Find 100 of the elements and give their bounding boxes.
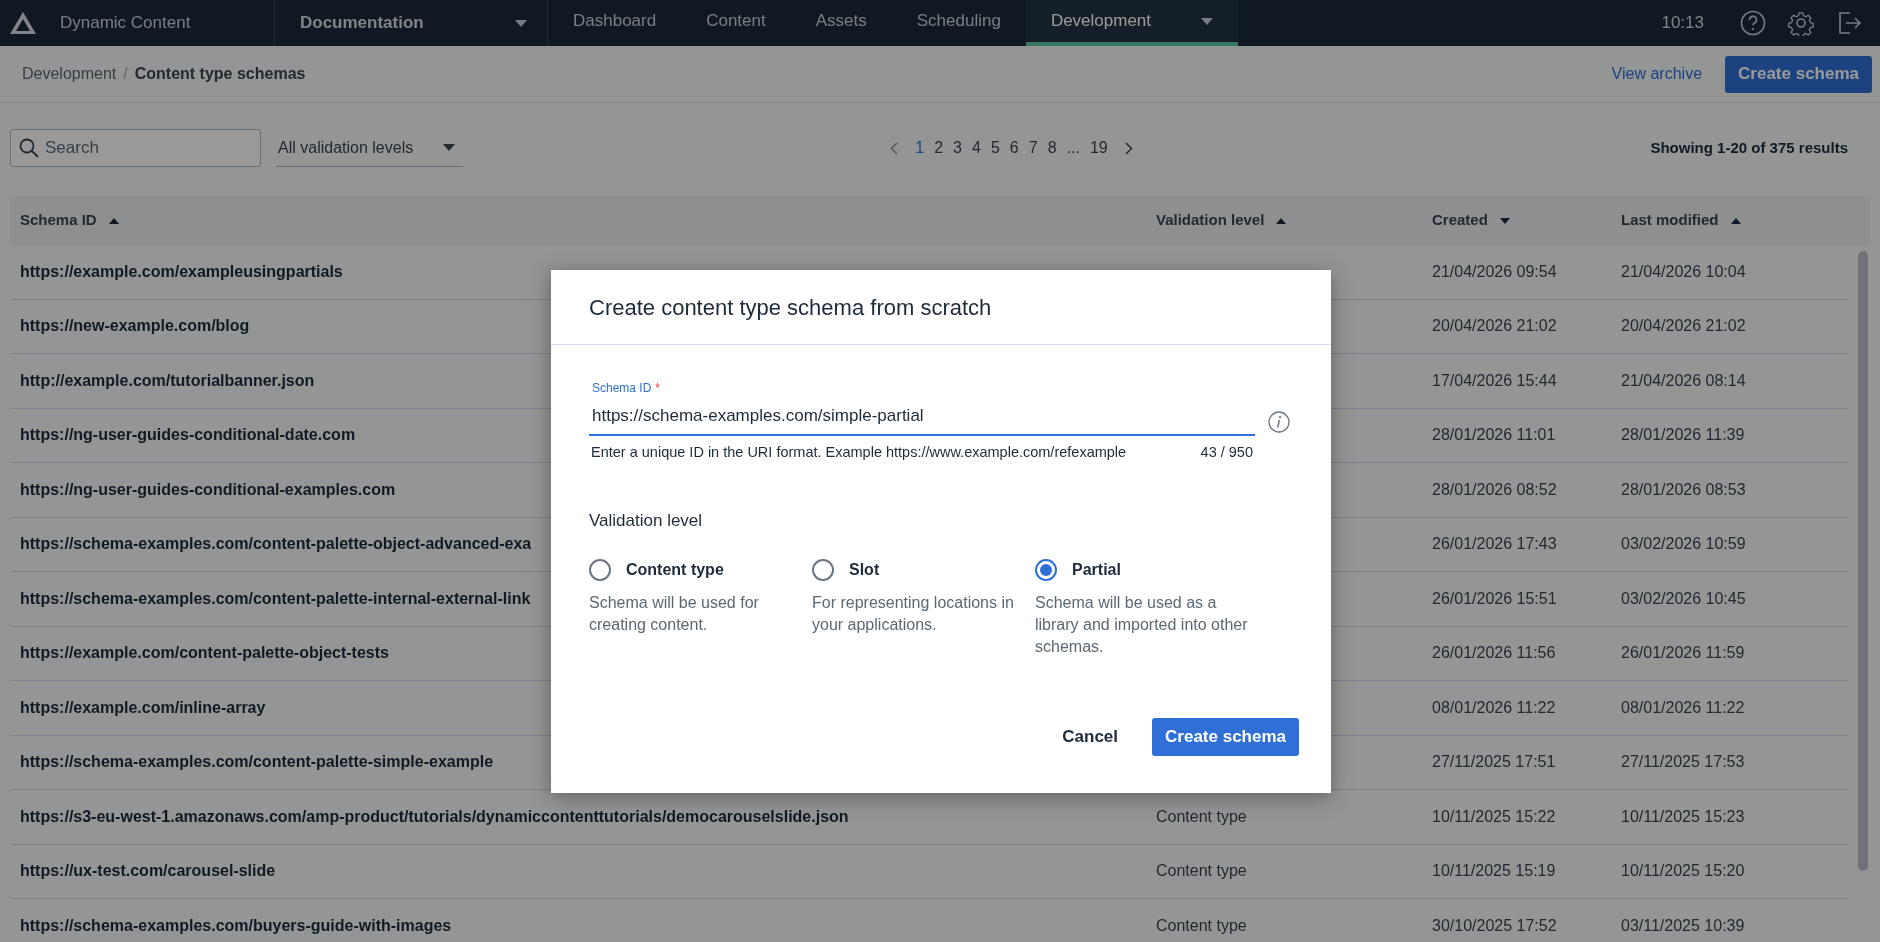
table-cell-text: 30/10/2025 17:52 xyxy=(1431,915,1557,936)
breadcrumb-current: Content type schemas xyxy=(134,64,306,84)
table-cell-text: 10/11/2025 15:23 xyxy=(1620,806,1745,827)
radio-option[interactable]: Partial xyxy=(1035,557,1258,582)
table-cell-text: http://example.com/tutorialbanner.json xyxy=(19,370,315,391)
table-cell-text: 03/02/2026 10:45 xyxy=(1620,588,1746,609)
table-cell-text: https://s3-eu-west-1.amazonaws.com/amp-product/tutorials/dynamiccontenttutorials/democarouselslide.json xyxy=(19,806,849,827)
table-cell-text: 26/01/2026 11:56 xyxy=(1431,643,1556,664)
search-icon xyxy=(19,138,39,158)
table-cell-text: 21/04/2026 10:04 xyxy=(1620,261,1746,282)
page-link[interactable]: 1 xyxy=(910,136,930,160)
table-cell-text: 10/11/2025 15:20 xyxy=(1620,861,1745,882)
table-cell-text: 28/01/2026 11:39 xyxy=(1620,425,1745,446)
nav-tab[interactable]: Dashboard xyxy=(548,0,682,46)
nav-tab[interactable]: Development xyxy=(1025,0,1239,46)
required-mark: * xyxy=(655,380,661,397)
help-icon[interactable] xyxy=(1740,10,1766,36)
radio-option[interactable]: Content type xyxy=(589,557,812,582)
cancel-button[interactable]: Cancel xyxy=(1050,718,1131,756)
validation-filter-dropdown[interactable]: All validation levels xyxy=(276,129,463,167)
table-cell-text: Content type xyxy=(1155,915,1247,936)
table-cell-text: https://ux-test.com/carousel-slide xyxy=(19,861,276,882)
page-link[interactable]: 6 xyxy=(1004,136,1024,160)
table-cell-text: 17/04/2026 15:44 xyxy=(1431,370,1557,391)
table-cell-text: 20/04/2026 21:02 xyxy=(1620,316,1746,337)
field-label: Schema ID xyxy=(592,380,652,397)
column-header[interactable]: Last modified xyxy=(1611,209,1741,232)
page-link[interactable]: 7 xyxy=(1023,136,1043,160)
nav-tab[interactable]: Scheduling xyxy=(891,0,1026,46)
column-header[interactable]: Validation level xyxy=(1146,209,1287,232)
option-description: Schema will be used as a library and imported into other schemas. xyxy=(1035,592,1249,657)
view-archive-link[interactable]: View archive xyxy=(1611,62,1703,86)
table-cell-text: 21/04/2026 09:54 xyxy=(1431,261,1557,282)
caret-icon xyxy=(515,19,527,27)
table-cell-text: 08/01/2026 11:22 xyxy=(1431,697,1556,718)
radio-button[interactable] xyxy=(812,558,834,581)
logout-icon[interactable] xyxy=(1836,10,1862,36)
next-page-icon[interactable] xyxy=(1124,141,1133,155)
page-link[interactable]: ... xyxy=(1061,136,1085,160)
settings-icon[interactable] xyxy=(1788,10,1814,36)
app-name: Dynamic Content xyxy=(60,12,192,35)
table-cell-text: https://ng-user-guides-conditional-examples.com xyxy=(19,479,396,500)
page-link[interactable]: 8 xyxy=(1042,136,1062,160)
table-cell-text: https://ng-user-guides-conditional-date.com xyxy=(19,425,356,446)
table-cell-text: Content type xyxy=(1155,861,1247,882)
table-cell-text: 26/01/2026 11:59 xyxy=(1620,643,1745,664)
nav-tab[interactable]: Assets xyxy=(790,0,892,46)
logo-icon xyxy=(10,12,36,34)
radio-option[interactable]: Slot xyxy=(812,557,1035,582)
table-cell-text: 26/01/2026 17:43 xyxy=(1431,534,1557,555)
table-cell-text: https://schema-examples.com/content-palette-object-advanced-exa xyxy=(19,534,532,555)
table-cell-text: 27/11/2025 17:53 xyxy=(1620,752,1745,773)
table-cell-text: https://new-example.com/blog xyxy=(19,316,250,337)
table-cell-text: https://schema-examples.com/content-palette-simple-example xyxy=(19,752,494,773)
table-cell-text: https://schema-examples.com/buyers-guide-with-images xyxy=(19,915,452,936)
option-description: Schema will be used for creating content. xyxy=(589,592,760,635)
option-description: For representing locations in your applications. xyxy=(812,592,1015,635)
hub-dropdown[interactable]: Documentation xyxy=(275,0,547,46)
table-cell-text: https://example.com/exampleusingpartials xyxy=(19,261,343,282)
table-cell-text: https://example.com/inline-array xyxy=(19,697,266,718)
table-cell-text: 03/11/2025 10:39 xyxy=(1620,915,1745,936)
page-link[interactable]: 2 xyxy=(929,136,949,160)
column-header[interactable]: Schema ID xyxy=(10,209,119,232)
table-cell-text: 10/11/2025 15:22 xyxy=(1431,806,1556,827)
table-row[interactable]: https://ux-test.com/carousel-slide Content type 10/11/2025 15:19 10/11/2025 15:20 xyxy=(10,844,1848,899)
info-icon[interactable] xyxy=(1268,411,1290,433)
table-cell-text: 28/01/2026 08:53 xyxy=(1620,479,1746,500)
table-cell-text: 28/01/2026 08:52 xyxy=(1431,479,1557,500)
character-counter: 43 / 950 xyxy=(1200,442,1253,462)
previous-page-icon[interactable] xyxy=(890,141,899,155)
radio-button[interactable] xyxy=(1035,558,1057,581)
table-row[interactable]: https://schema-examples.com/buyers-guide-with-images Content type 30/10/2025 17:52 03/11/2025 10:39 xyxy=(10,899,1848,942)
table-cell-text: 26/01/2026 15:51 xyxy=(1431,588,1557,609)
page-link[interactable]: 4 xyxy=(967,136,986,160)
search-field[interactable]: Search xyxy=(10,129,261,167)
create-schema-button[interactable]: Create schema xyxy=(1152,718,1299,756)
table-cell-text: Content type xyxy=(1155,806,1247,827)
table-cell-text: 10/11/2025 15:19 xyxy=(1431,861,1556,882)
caret-icon xyxy=(1201,17,1214,25)
table-cell-text: 21/04/2026 08:14 xyxy=(1620,370,1746,391)
column-header[interactable]: Created xyxy=(1422,209,1510,232)
breadcrumb-separator: / xyxy=(123,64,128,84)
nav-tab[interactable]: Content xyxy=(681,0,791,46)
schema-id-field[interactable]: https://schema-examples.com/simple-partial xyxy=(589,403,1255,436)
table-cell-text: 27/11/2025 17:51 xyxy=(1431,752,1556,773)
table-cell-text: https://schema-examples.com/content-palette-internal-external-link xyxy=(19,588,531,609)
table-cell-text: 28/01/2026 11:01 xyxy=(1431,425,1556,446)
page-link[interactable]: 5 xyxy=(985,136,1005,160)
table-cell-text: 03/02/2026 10:59 xyxy=(1620,534,1746,555)
table-cell-text: 20/04/2026 21:02 xyxy=(1431,316,1557,337)
create-schema-button[interactable]: Create schema xyxy=(1725,55,1872,93)
breadcrumb-link[interactable]: Development xyxy=(22,62,117,86)
radio-button[interactable] xyxy=(589,558,611,581)
clock: 10:13 xyxy=(1661,12,1704,35)
caret-icon xyxy=(443,144,455,151)
table-cell-text: https://example.com/content-palette-object-tests xyxy=(19,643,389,664)
helper-text: Enter a unique ID in the URI format. Example https://www.example.com/refexample xyxy=(591,442,1127,462)
page-link[interactable]: 19 xyxy=(1084,136,1113,160)
table-cell-text: 08/01/2026 11:22 xyxy=(1620,697,1745,718)
page-link[interactable]: 3 xyxy=(948,136,967,160)
